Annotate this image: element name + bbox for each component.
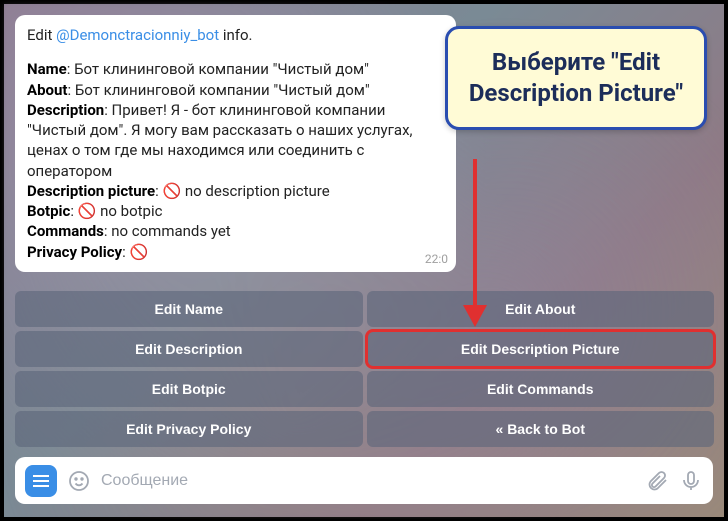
edit-name-button[interactable]: Edit Name [15,291,363,327]
inline-keyboard: Edit Name Edit About Edit Description Ed… [15,291,714,447]
instruction-callout: Выберите "Edit Description Picture" [445,26,707,130]
privacy-label: Privacy Policy [27,243,122,261]
bot-message: Edit @Demonctracionniy_bot info. Name: Б… [15,15,456,272]
message-input[interactable] [101,472,635,490]
emoji-icon[interactable] [67,469,91,493]
message-time: 22:0 [425,251,448,267]
about-value: : Бот клининговой компании "Чистый дом" [67,81,369,99]
menu-icon [33,480,49,482]
back-to-bot-button[interactable]: « Back to Bot [367,411,715,447]
prohibit-icon: 🚫 [78,202,97,220]
name-label: Name [27,60,67,78]
message-input-bar [15,457,713,504]
descpic-value: no description picture [181,182,330,200]
edit-privacy-policy-button[interactable]: Edit Privacy Policy [15,411,363,447]
edit-botpic-button[interactable]: Edit Botpic [15,371,363,407]
commands-value: : no commands yet [104,222,231,240]
edit-suffix: info. [219,26,252,44]
edit-about-button[interactable]: Edit About [367,291,715,327]
attach-icon[interactable] [645,469,669,493]
edit-prefix: Edit [27,26,56,44]
prohibit-icon: 🚫 [129,243,148,261]
description-label: Description [27,101,104,119]
name-value: : Бот клининговой компании "Чистый дом" [67,60,369,78]
edit-description-picture-button[interactable]: Edit Description Picture [367,331,715,367]
menu-button[interactable] [25,465,57,497]
bot-mention[interactable]: @Demonctracionniy_bot [56,26,219,44]
about-label: About [27,81,67,99]
commands-label: Commands [27,222,104,240]
botpic-value: no botpic [96,202,162,220]
edit-description-button[interactable]: Edit Description [15,331,363,367]
mic-icon[interactable] [679,469,703,493]
botpic-label: Botpic [27,202,70,220]
descpic-label: Description picture [27,182,155,200]
edit-commands-button[interactable]: Edit Commands [367,371,715,407]
prohibit-icon: 🚫 [162,182,181,200]
